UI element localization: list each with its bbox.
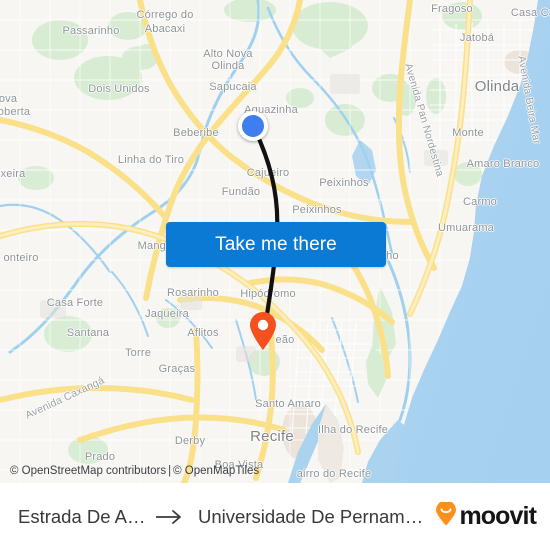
moovit-trip-map-screen: Córrego do Abacaxi Passarinho Alto Nova Olin… [0, 0, 550, 550]
take-me-there-button[interactable]: Take me there [166, 222, 386, 267]
origin-dot[interactable] [238, 111, 268, 141]
trip-destination-label: Universidade De Pernambuco - C... [198, 505, 427, 527]
map-attribution: © OpenStreetMap contributors | © OpenMapTi… [10, 465, 259, 477]
map-canvas[interactable]: Córrego do Abacaxi Passarinho Alto Nova Olin… [0, 0, 550, 483]
arrow-right-icon [155, 509, 185, 525]
moovit-wordmark: moovit [459, 502, 536, 530]
destination-pin-icon [250, 312, 276, 350]
take-me-there-label: Take me there [215, 233, 337, 255]
osm-attribution[interactable]: © OpenStreetMap contributors [10, 465, 166, 477]
trip-origin-label: Estrada De Ag... [18, 505, 146, 527]
openmaptiles-attribution[interactable]: © OpenMapTiles [173, 465, 259, 477]
destination-pin[interactable] [248, 311, 278, 351]
moovit-pin-icon [435, 500, 457, 531]
trip-footer-bar: Estrada De Ag... Universidade De Pernamb… [0, 483, 550, 550]
moovit-brand[interactable]: moovit [435, 500, 537, 531]
